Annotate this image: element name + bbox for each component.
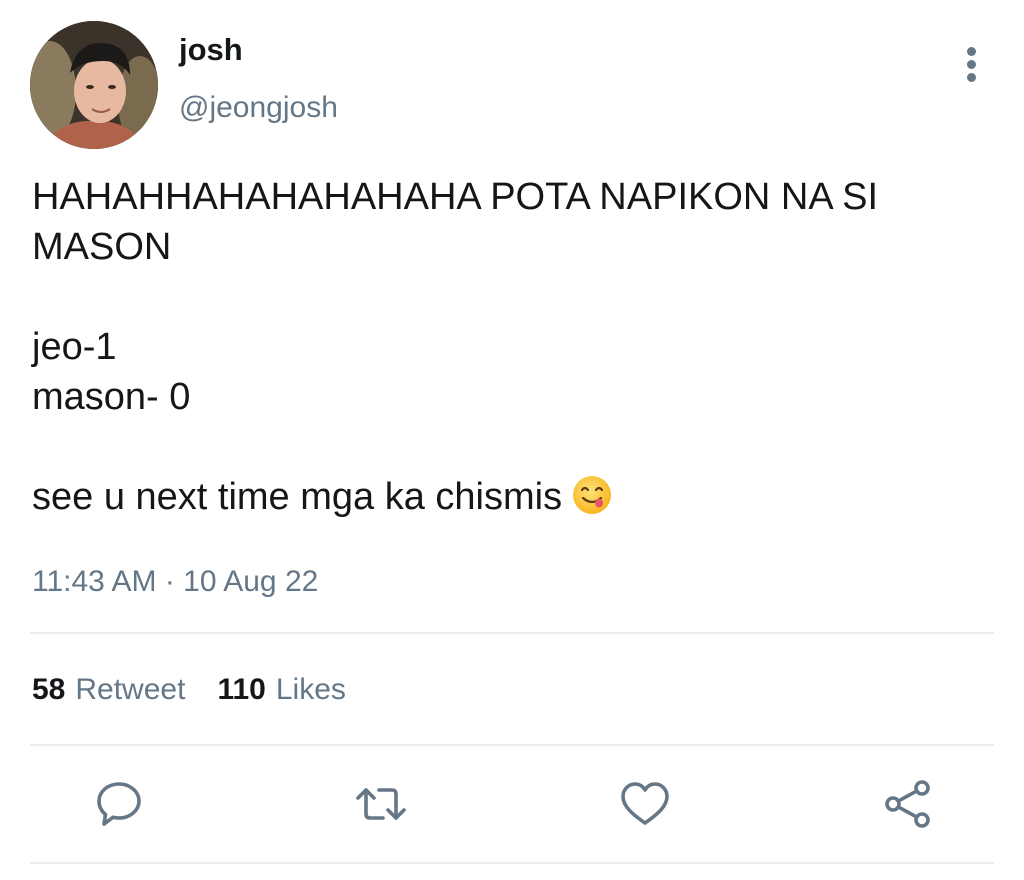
more-dot-icon <box>967 73 976 82</box>
like-button[interactable] <box>619 778 671 830</box>
comment-icon <box>97 782 141 826</box>
user-avatar[interactable] <box>30 21 158 149</box>
avatar-image <box>30 21 158 149</box>
retweet-button[interactable] <box>355 778 407 830</box>
divider <box>30 862 994 864</box>
tweet-text: HAHAHHAHAHAHAHAHA POTA NAPIKON NA SI MAS… <box>32 172 1002 528</box>
more-dot-icon <box>967 60 976 69</box>
tweet-line: HAHAHHAHAHAHAHAHA POTA NAPIKON NA SI MAS… <box>32 176 879 268</box>
tweet-timestamp[interactable]: 11:43 AM · 10 Aug 22 <box>32 562 318 602</box>
heart-icon <box>621 782 669 825</box>
retweet-stat[interactable]: 58 Retweet <box>32 673 185 706</box>
retweet-icon <box>356 788 406 820</box>
tweet-card: josh @jeongjosh HAHAHHAHAHAHAHAHA POTA N… <box>0 0 1024 880</box>
likes-label: Likes <box>275 673 346 706</box>
more-options-button[interactable] <box>952 40 992 84</box>
tweet-line-text: see u next time mga ka chismis <box>32 476 563 518</box>
more-dot-icon <box>967 47 976 56</box>
likes-stat[interactable]: 110 Likes <box>217 673 345 706</box>
user-handle[interactable]: @jeongjosh <box>179 88 338 128</box>
tweet-stats: 58 Retweet 110 Likes <box>32 669 346 711</box>
tweet-line-last: see u next time mga ka chismis <box>32 472 1002 528</box>
tweet-line: mason- 0 <box>32 376 191 418</box>
divider <box>30 744 994 746</box>
reply-button[interactable] <box>93 778 145 830</box>
divider <box>30 632 994 634</box>
likes-count: 110 <box>217 673 266 706</box>
display-name[interactable]: josh <box>179 30 243 70</box>
retweet-count: 58 <box>32 673 66 706</box>
share-button[interactable] <box>882 778 934 830</box>
share-icon <box>885 780 930 828</box>
face-savoring-food-icon <box>572 475 612 528</box>
retweet-label: Retweet <box>75 673 186 706</box>
tweet-line: jeo-1 <box>32 326 117 368</box>
